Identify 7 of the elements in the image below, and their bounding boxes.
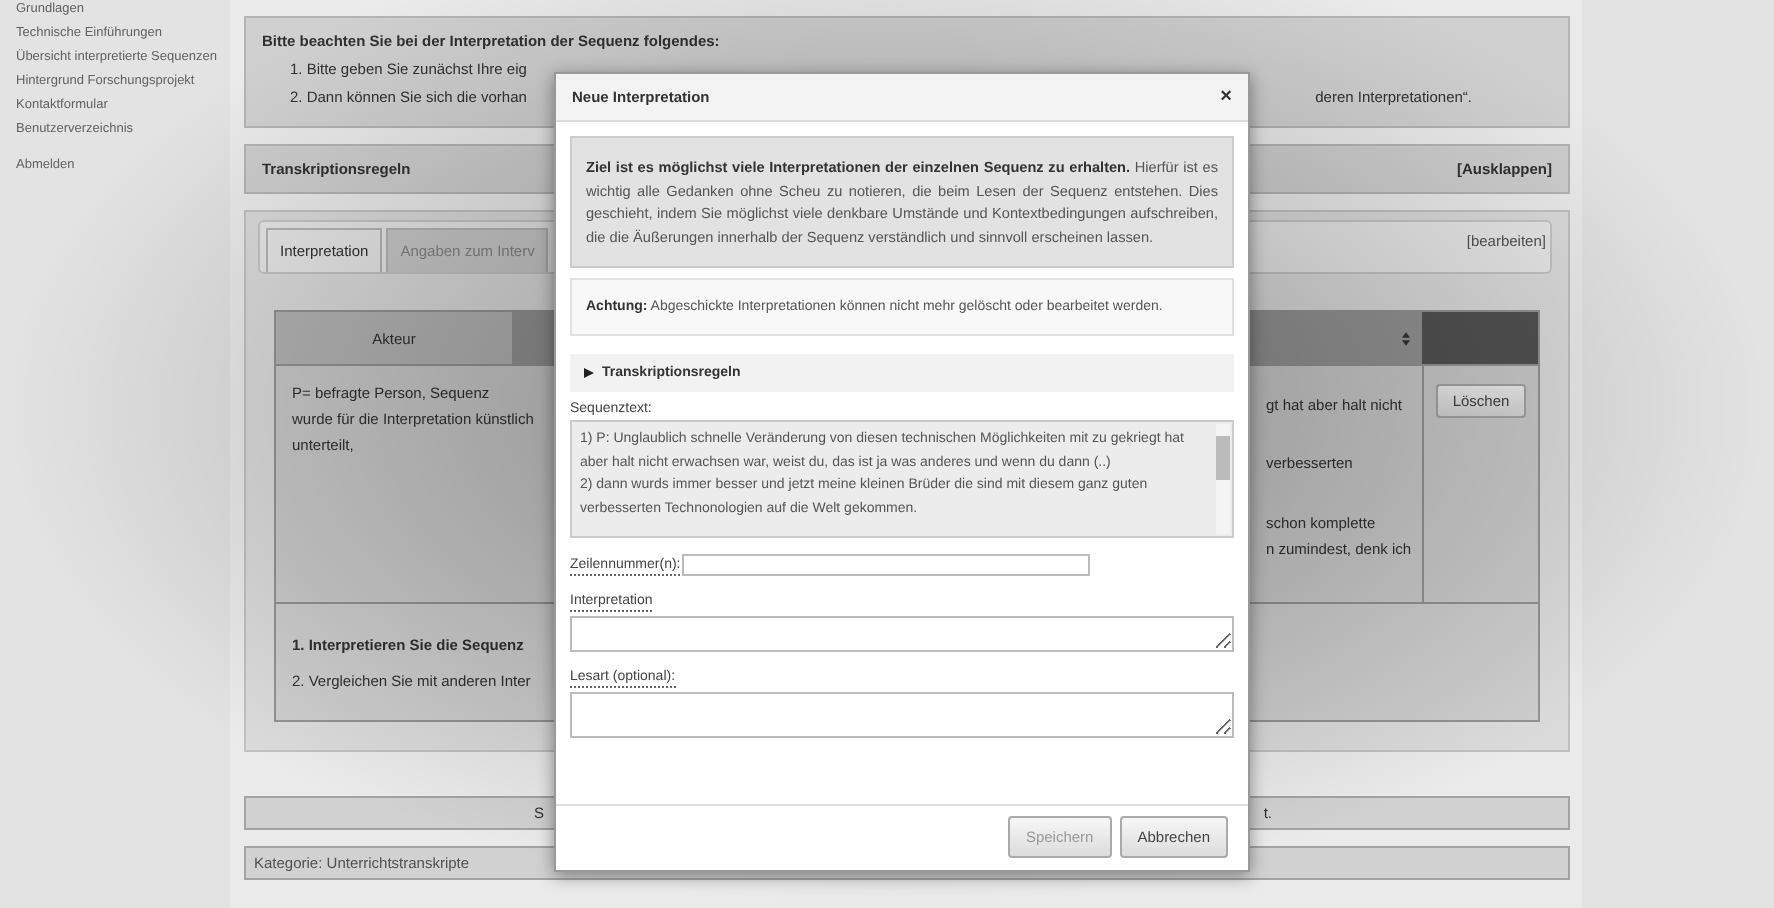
text-area[interactable] xyxy=(570,692,1234,738)
column-header xyxy=(1422,312,1538,364)
close-button[interactable]: × xyxy=(1220,86,1232,108)
sort-icon[interactable] xyxy=(1402,331,1410,345)
input-field[interactable] xyxy=(682,554,1091,576)
triangle-icon xyxy=(584,368,594,378)
text-area[interactable] xyxy=(570,616,1234,652)
